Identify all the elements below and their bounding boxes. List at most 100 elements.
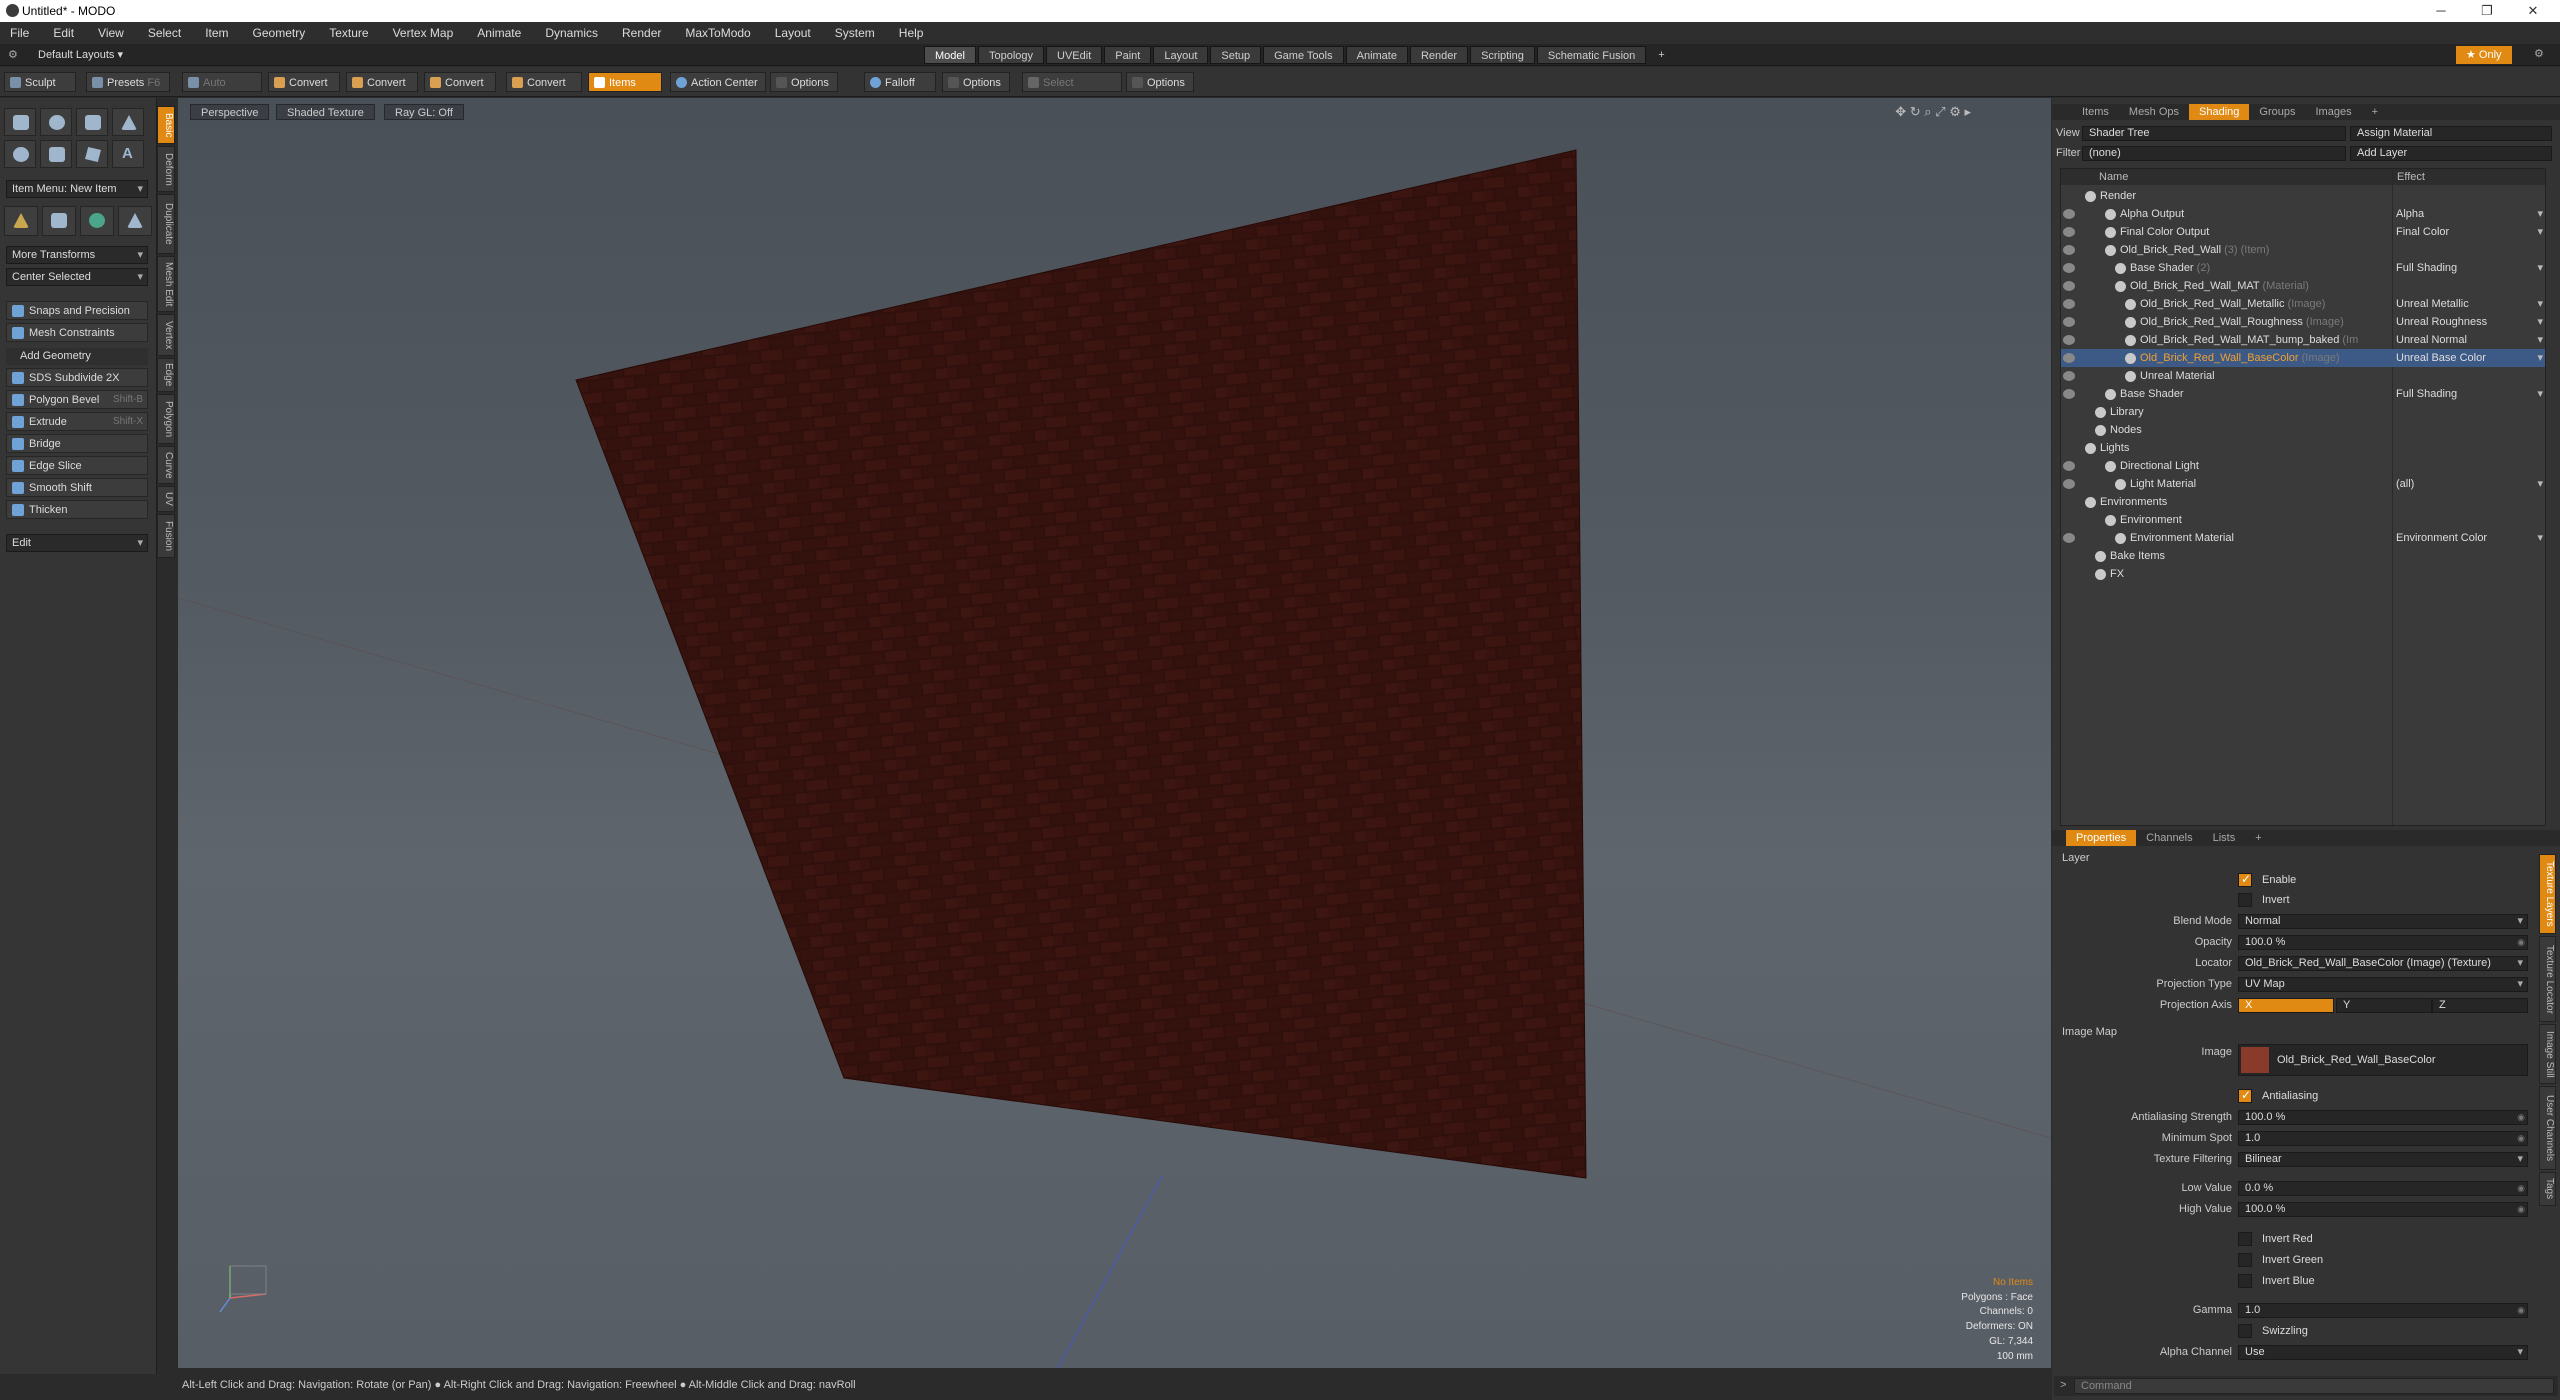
cone-primitive-button[interactable] xyxy=(112,108,144,136)
menu-item[interactable]: Item xyxy=(205,26,228,40)
sphere-primitive-button[interactable] xyxy=(40,108,72,136)
visibility-eye-icon[interactable] xyxy=(2063,281,2075,291)
polygon-bevel-button[interactable]: Polygon Bevel Shift-B xyxy=(6,390,148,409)
tab-setup[interactable]: Setup xyxy=(1210,46,1262,64)
action-center-button[interactable]: Action Center xyxy=(670,72,766,92)
text-primitive-button[interactable]: A xyxy=(112,140,144,168)
tab-items[interactable]: Items xyxy=(2072,104,2119,120)
add-geometry-section[interactable]: Add Geometry xyxy=(6,348,148,365)
high-value-field[interactable]: 100.0 % xyxy=(2238,1202,2528,1217)
menu-render[interactable]: Render xyxy=(622,26,661,40)
falloff-button[interactable]: Falloff xyxy=(864,72,936,92)
layer-effect[interactable]: Unreal Normal xyxy=(2393,331,2545,349)
mesh-constraints-button[interactable]: Mesh Constraints xyxy=(6,323,148,342)
visibility-eye-icon[interactable] xyxy=(2063,533,2075,543)
convert-edges-button[interactable]: Convert xyxy=(346,72,418,92)
tab-images[interactable]: Images xyxy=(2306,104,2362,120)
add-tab-button[interactable]: + xyxy=(1648,46,1674,64)
menu-edit[interactable]: Edit xyxy=(53,26,74,40)
minimize-button[interactable]: ─ xyxy=(2418,0,2464,22)
opacity-field[interactable]: 100.0 % xyxy=(2238,935,2528,950)
snaps-precision-button[interactable]: Snaps and Precision xyxy=(6,301,148,320)
items-mode-button[interactable]: Items xyxy=(588,72,662,92)
item-menu-dropdown[interactable]: Item Menu: New Item xyxy=(6,180,148,198)
alpha-channel-dropdown[interactable]: Use xyxy=(2238,1345,2528,1360)
tab-game-tools[interactable]: Game Tools xyxy=(1263,46,1344,64)
axis-x-button[interactable]: X xyxy=(2238,998,2334,1013)
menu-layout[interactable]: Layout xyxy=(775,26,811,40)
add-layer-dropdown[interactable]: Add Layer xyxy=(2350,146,2552,161)
edge-slice-button[interactable]: Edge Slice xyxy=(6,456,148,475)
viewport-nav-icons[interactable]: ✥ ↻ ⌕ ⤢ ⚙ ▸ xyxy=(1895,104,1971,120)
pyramid-item-button[interactable] xyxy=(118,206,152,236)
layer-effect[interactable]: Final Color xyxy=(2393,223,2545,241)
maximize-button[interactable]: ❐ xyxy=(2464,0,2510,22)
shader-tree-row[interactable]: Library xyxy=(2061,403,2545,421)
tab-uvedit[interactable]: UVEdit xyxy=(1046,46,1103,64)
texture-filtering-dropdown[interactable]: Bilinear xyxy=(2238,1152,2528,1167)
menu-dynamics[interactable]: Dynamics xyxy=(545,26,598,40)
invert-blue-checkbox[interactable] xyxy=(2238,1274,2252,1288)
shader-tree-row[interactable]: Unreal Material xyxy=(2061,367,2545,385)
visibility-eye-icon[interactable] xyxy=(2063,245,2075,255)
layer-section-header[interactable]: Layer xyxy=(2062,852,2090,864)
visibility-eye-icon[interactable] xyxy=(2063,317,2075,327)
sds-subdivide-button[interactable]: SDS Subdivide 2X xyxy=(6,368,148,387)
effect-column-header[interactable]: Effect xyxy=(2397,171,2425,183)
tab-scripting[interactable]: Scripting xyxy=(1470,46,1535,64)
center-selected-dropdown[interactable]: Center Selected xyxy=(6,268,148,286)
shader-tree-row[interactable]: Bake Items xyxy=(2061,547,2545,565)
tab-schematic-fusion[interactable]: Schematic Fusion xyxy=(1536,46,1647,64)
shader-tree-row[interactable]: FX xyxy=(2061,565,2545,583)
sculpt-button[interactable]: Sculpt xyxy=(4,72,76,92)
tab-groups[interactable]: Groups xyxy=(2249,104,2305,120)
shader-tree-row[interactable]: Alpha Output Alpha xyxy=(2061,205,2545,223)
tab-channels[interactable]: Channels xyxy=(2136,830,2202,846)
blend-mode-dropdown[interactable]: Normal xyxy=(2238,914,2528,929)
3d-viewport[interactable]: Perspective Shaded Texture Ray GL: Off ✥… xyxy=(178,98,2051,1368)
vtab-uv[interactable]: UV xyxy=(157,486,175,512)
capsule-primitive-button[interactable] xyxy=(40,140,72,168)
invert-red-checkbox[interactable] xyxy=(2238,1232,2252,1246)
invert-checkbox[interactable] xyxy=(2238,893,2252,907)
min-spot-field[interactable]: 1.0 xyxy=(2238,1131,2528,1146)
add-panel-tab[interactable]: + xyxy=(2362,104,2388,120)
vtab-tags[interactable]: Tags xyxy=(2539,1172,2556,1206)
shader-tree-row[interactable]: Light Material (all) xyxy=(2061,475,2545,493)
name-column-header[interactable]: Name xyxy=(2099,171,2128,183)
projection-type-dropdown[interactable]: UV Map xyxy=(2238,977,2528,992)
add-properties-tab[interactable]: + xyxy=(2245,830,2271,846)
vtab-user-channels[interactable]: User Channels xyxy=(2539,1086,2556,1170)
plane-primitive-button[interactable] xyxy=(76,140,108,168)
globe-item-button[interactable] xyxy=(80,206,114,236)
layout-gear-icon[interactable]: ⚙ xyxy=(8,48,18,61)
cube-primitive-button[interactable] xyxy=(4,108,36,136)
visibility-eye-icon[interactable] xyxy=(2063,461,2075,471)
vtab-vertex[interactable]: Vertex xyxy=(157,314,175,356)
vtab-curve[interactable]: Curve xyxy=(157,446,175,484)
convert-polygons-button[interactable]: Convert xyxy=(424,72,496,92)
tab-topology[interactable]: Topology xyxy=(977,46,1045,64)
convert-vertices-button[interactable]: Convert xyxy=(268,72,340,92)
shader-tree-row[interactable]: Directional Light xyxy=(2061,457,2545,475)
bridge-button[interactable]: Bridge xyxy=(6,434,148,453)
layer-effect[interactable]: Unreal Base Color xyxy=(2393,349,2545,367)
visibility-eye-icon[interactable] xyxy=(2063,353,2075,363)
axis-z-button[interactable]: Z xyxy=(2432,998,2528,1013)
vtab-deform[interactable]: Deform xyxy=(157,146,175,192)
visibility-eye-icon[interactable] xyxy=(2063,227,2075,237)
shading-mode-button[interactable]: Shaded Texture xyxy=(276,104,375,120)
shader-tree-row[interactable]: Old_Brick_Red_Wall_MAT_bump_baked (Im Unr… xyxy=(2061,331,2545,349)
shader-tree-row[interactable]: Render xyxy=(2061,187,2545,205)
layout-settings-icon[interactable]: ⚙ xyxy=(2534,47,2544,60)
layout-dropdown[interactable]: Default Layouts ▾ xyxy=(38,48,123,61)
smooth-shift-button[interactable]: Smooth Shift xyxy=(6,478,148,497)
torus-primitive-button[interactable] xyxy=(4,140,36,168)
vtab-mesh-edit[interactable]: Mesh Edit xyxy=(157,256,175,312)
action-center-options-button[interactable]: Options xyxy=(770,72,838,92)
visibility-eye-icon[interactable] xyxy=(2063,263,2075,273)
edit-dropdown[interactable]: Edit xyxy=(6,534,148,552)
shader-tree-row[interactable]: Final Color Output Final Color xyxy=(2061,223,2545,241)
tab-animate[interactable]: Animate xyxy=(1345,46,1408,64)
shader-tree-row[interactable]: Old_Brick_Red_Wall_MAT (Material) xyxy=(2061,277,2545,295)
